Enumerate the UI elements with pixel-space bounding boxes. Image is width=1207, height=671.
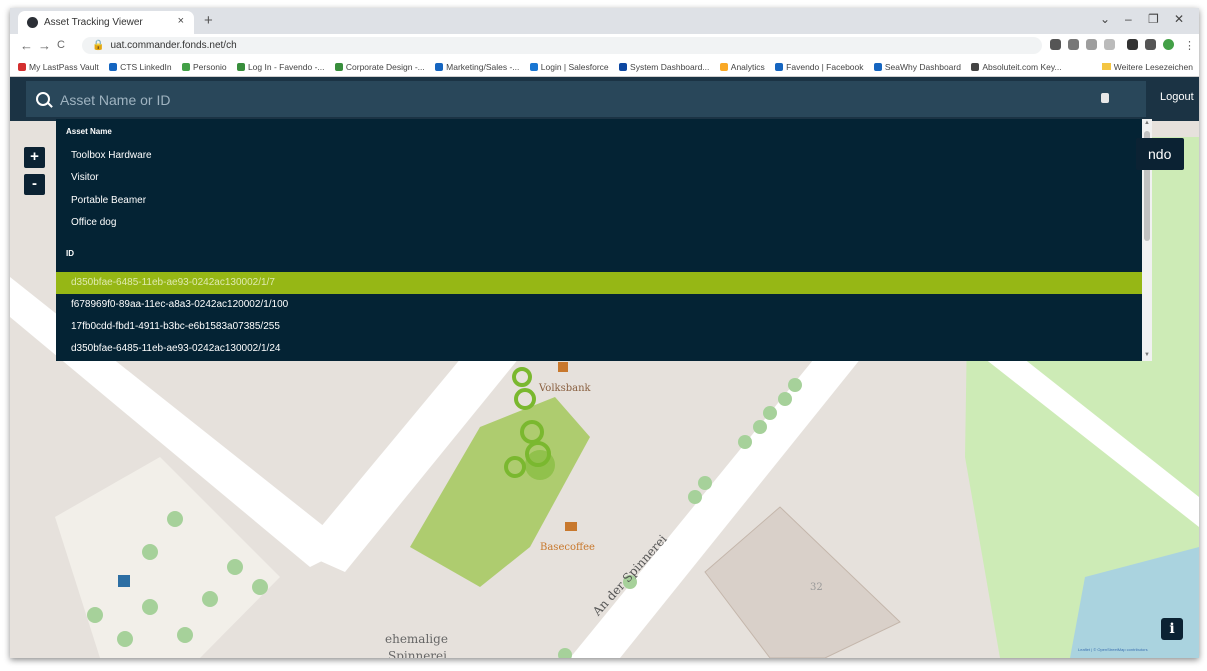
close-window-button[interactable]: ✕ — [1174, 12, 1184, 26]
suggestion-id-item[interactable]: d350bfae-6485-11eb-ae93-0242ac130002/1/2… — [56, 338, 1142, 360]
lock-icon: 🔒 — [92, 40, 105, 51]
bookmark-favicon-icon — [619, 63, 628, 71]
tab-title: Asset Tracking Viewer — [44, 17, 143, 28]
search-input[interactable] — [58, 87, 962, 113]
map-attribution[interactable]: Leaflet | © OpenStreetMap contributors — [1078, 647, 1148, 652]
browser-tab-strip: Asset Tracking Viewer × + ⌄ – ❐ ✕ — [10, 8, 1199, 34]
bookmark-item[interactable]: Marketing/Sales -... — [435, 58, 519, 76]
info-button[interactable]: i — [1161, 618, 1183, 640]
address-bar[interactable]: 🔒 uat.commander.fonds.net/ch — [82, 37, 1042, 54]
screenshot-frame: Asset Tracking Viewer × + ⌄ – ❐ ✕ ← → C … — [10, 8, 1199, 658]
bookmark-favicon-icon — [435, 63, 444, 71]
zoom-out-button[interactable]: - — [24, 174, 45, 195]
maximize-button[interactable]: ❐ — [1148, 12, 1159, 26]
suggestion-asset-item[interactable]: Visitor — [56, 167, 1142, 189]
suggestion-asset-item[interactable]: Portable Beamer — [56, 190, 1142, 212]
tab-close-icon[interactable]: × — [178, 15, 184, 27]
parking-poi-icon — [118, 575, 130, 587]
map-label-basecoffee: Basecoffee — [540, 542, 595, 553]
bookmark-item[interactable]: My LastPass Vault — [18, 58, 99, 76]
suggestion-asset-item[interactable]: Office dog — [56, 212, 1142, 234]
coffee-poi-icon — [565, 522, 577, 531]
bookmark-item[interactable]: Corporate Design -... — [334, 58, 425, 76]
bookmark-item[interactable]: Absoluteit.com Key... — [971, 58, 1062, 76]
other-bookmarks[interactable]: Weitere Lesezeichen — [1101, 58, 1193, 76]
extension-puzzle-icon[interactable] — [1127, 39, 1138, 50]
bookmark-favicon-icon — [719, 63, 728, 71]
zoom-in-button[interactable]: + — [24, 147, 45, 168]
search-icon — [36, 92, 50, 106]
user-icon[interactable] — [1101, 93, 1109, 103]
tab-favicon-icon — [27, 17, 38, 28]
map-label-spinnerei: Spinnerei — [388, 649, 447, 658]
bookmark-item[interactable]: Personio — [182, 58, 227, 76]
suggestion-id-item[interactable]: f678969f0-89aa-11ec-a8a3-0242ac120002/1/… — [56, 294, 1142, 316]
bookmark-favicon-icon — [971, 63, 980, 71]
app-header: Logout — [10, 77, 1199, 121]
extension-translate-icon[interactable] — [1068, 39, 1079, 50]
tab-search-icon[interactable]: ⌄ — [1100, 12, 1110, 26]
folder-icon — [1101, 63, 1111, 70]
bookmark-favicon-icon — [529, 63, 538, 71]
bookmark-item[interactable]: System Dashboard... — [619, 58, 709, 76]
suggestion-asset-item[interactable]: Toolbox Hardware — [56, 145, 1142, 167]
asset-cluster-marker — [525, 450, 555, 480]
menu-kebab-icon[interactable]: ⋮ — [1184, 39, 1195, 52]
bookmarks-bar: My LastPass Vault CTS LinkedIn Personio … — [10, 58, 1199, 77]
brand-badge[interactable]: ndo — [1136, 138, 1184, 170]
suggestion-id-item[interactable]: 17fb0cdd-fbd1-4911-b3bc-e6b1583a07385/25… — [56, 316, 1142, 338]
bookmark-favicon-icon — [18, 63, 26, 71]
bookmark-item[interactable]: Login | Salesforce — [529, 58, 609, 76]
reload-icon[interactable]: C — [57, 39, 65, 51]
map-label-volksbank: Volksbank — [539, 383, 591, 394]
profile-avatar-icon[interactable] — [1163, 39, 1174, 50]
browser-tab[interactable]: Asset Tracking Viewer × — [18, 11, 194, 34]
bookmark-favicon-icon — [873, 63, 882, 71]
bookmark-favicon-icon — [236, 63, 245, 71]
bookmark-favicon-icon — [109, 63, 118, 71]
search-suggestions: Asset Name Toolbox Hardware Visitor Port… — [56, 119, 1152, 361]
extension-key-icon[interactable] — [1050, 39, 1061, 50]
bookmark-item[interactable]: Analytics — [719, 58, 765, 76]
map-label-house-number: 32 — [810, 582, 823, 593]
bookmark-favicon-icon — [334, 63, 343, 71]
bookmark-item[interactable]: CTS LinkedIn — [109, 58, 172, 76]
bank-poi-icon — [558, 362, 568, 372]
suggestion-id-item-selected[interactable]: d350bfae-6485-11eb-ae93-0242ac130002/1/7 — [56, 272, 1142, 294]
map-label-former: ehemalige — [385, 632, 448, 646]
address-url: uat.commander.fonds.net/ch — [110, 40, 237, 51]
bookmark-item[interactable]: Favendo | Facebook — [775, 58, 864, 76]
scroll-up-icon[interactable]: ▲ — [1144, 120, 1150, 126]
search-bar — [26, 81, 1146, 117]
bookmark-star-icon[interactable] — [1104, 39, 1115, 50]
forward-arrow-icon[interactable]: → — [38, 38, 51, 53]
browser-toolbar: ← → C 🔒 uat.commander.fonds.net/ch ⋮ — [10, 34, 1199, 58]
id-header: ID — [66, 249, 74, 258]
new-tab-button[interactable]: + — [204, 12, 213, 29]
bookmark-item[interactable]: Log In - Favendo -... — [236, 58, 325, 76]
asset-name-header: Asset Name — [66, 127, 112, 136]
app-viewport: Volksbank Basecoffee An der Spinnerei 32… — [10, 77, 1199, 658]
bookmark-item[interactable]: SeaWhy Dashboard — [873, 58, 961, 76]
share-icon[interactable] — [1086, 39, 1097, 50]
bookmark-favicon-icon — [775, 63, 784, 71]
minimize-button[interactable]: – — [1125, 12, 1132, 26]
logout-button[interactable]: Logout — [1160, 91, 1194, 103]
bookmark-favicon-icon — [182, 63, 191, 71]
side-panel-icon[interactable] — [1145, 39, 1156, 50]
back-arrow-icon[interactable]: ← — [20, 38, 33, 53]
scroll-down-icon[interactable]: ▼ — [1144, 352, 1150, 358]
